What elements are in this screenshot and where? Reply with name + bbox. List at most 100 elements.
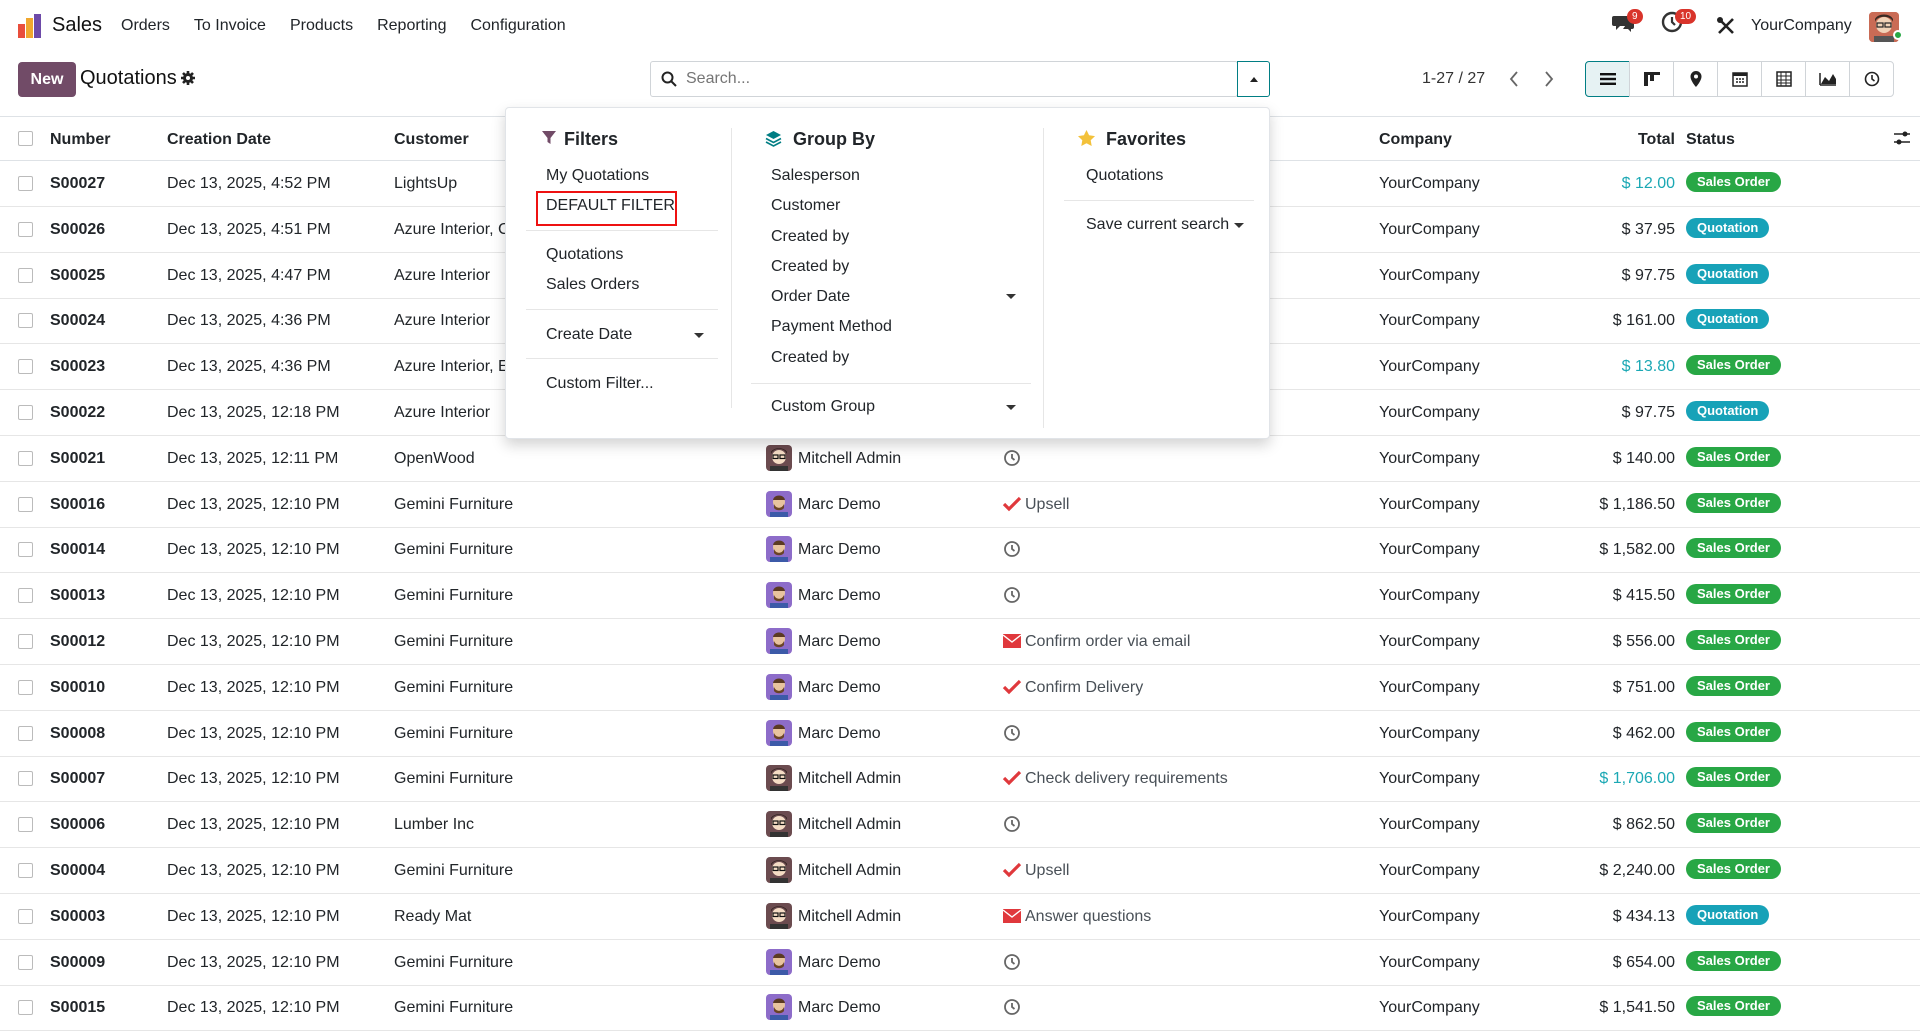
kanban-view-button[interactable] (1629, 61, 1674, 97)
groupby-created-by-2[interactable]: Created by (771, 258, 849, 276)
cell-activity[interactable]: Confirm Delivery (1025, 679, 1143, 697)
caret-down-icon[interactable] (1234, 223, 1244, 228)
menu-item-to-invoice[interactable]: To Invoice (194, 17, 266, 35)
column-header-total[interactable]: Total (1620, 131, 1675, 149)
row-checkbox[interactable] (18, 679, 33, 695)
table-row[interactable]: S00007 Dec 13, 2025, 12:10 PM Gemini Furni… (0, 756, 1920, 803)
debug-tools-icon[interactable] (1716, 16, 1736, 36)
row-checkbox[interactable] (18, 405, 33, 420)
row-checkbox[interactable] (18, 908, 33, 924)
envelope-icon[interactable] (1002, 631, 1022, 651)
filter-my-quotations[interactable]: My Quotations (546, 167, 649, 185)
envelope-icon[interactable] (1002, 906, 1022, 926)
graph-view-button[interactable] (1805, 61, 1850, 97)
table-row[interactable]: S00004 Dec 13, 2025, 12:10 PM Gemini Furni… (0, 848, 1920, 894)
gear-icon[interactable] (180, 70, 196, 86)
groupby-created-by[interactable]: Created by (771, 228, 849, 246)
chevron-right-icon[interactable] (1541, 68, 1557, 90)
map-view-button[interactable] (1673, 61, 1718, 97)
check-icon[interactable] (1002, 860, 1022, 880)
messages-button[interactable]: 9 (1611, 9, 1643, 35)
row-checkbox[interactable] (18, 221, 33, 237)
row-checkbox[interactable] (18, 542, 33, 558)
filter-custom-filter[interactable]: Custom Filter... (546, 375, 654, 393)
row-checkbox[interactable] (18, 496, 33, 512)
clock-icon[interactable] (1002, 814, 1022, 834)
activities-button[interactable]: 10 (1661, 9, 1697, 33)
column-header-customer[interactable]: Customer (394, 131, 469, 149)
table-row[interactable]: S00021 Dec 13, 2025, 12:11 PM OpenWood Mitc… (0, 436, 1920, 482)
row-checkbox[interactable] (18, 725, 33, 741)
row-checkbox[interactable] (18, 267, 33, 283)
table-row[interactable]: S00003 Dec 13, 2025, 12:10 PM Ready Mat Mit… (0, 894, 1920, 940)
table-row[interactable]: S00016 Dec 13, 2025, 12:10 PM Gemini Furni… (0, 482, 1920, 528)
pivot-view-button[interactable] (1761, 61, 1806, 97)
row-checkbox[interactable] (18, 771, 33, 787)
table-row[interactable]: S00014 Dec 13, 2025, 12:10 PM Gemini Furni… (0, 527, 1920, 574)
groupby-created-by-3[interactable]: Created by (771, 349, 849, 367)
cell-activity[interactable]: Upsell (1025, 862, 1069, 880)
company-switcher[interactable]: YourCompany (1751, 17, 1852, 35)
menu-item-reporting[interactable]: Reporting (377, 17, 446, 35)
caret-down-icon[interactable] (1006, 405, 1016, 410)
cell-activity[interactable]: Confirm order via email (1025, 633, 1190, 651)
clock-icon[interactable] (1002, 723, 1022, 743)
groupby-customer[interactable]: Customer (771, 197, 840, 215)
search-input[interactable] (686, 68, 1186, 90)
clock-icon[interactable] (1002, 585, 1022, 605)
row-checkbox[interactable] (18, 313, 33, 329)
activity-view-button[interactable] (1849, 61, 1894, 97)
favorite-quotations[interactable]: Quotations (1086, 167, 1163, 185)
row-checkbox[interactable] (18, 1000, 33, 1016)
column-header-status[interactable]: Status (1686, 131, 1735, 149)
groupby-payment-method[interactable]: Payment Method (771, 318, 892, 336)
filter-sales-orders[interactable]: Sales Orders (546, 276, 639, 294)
table-row[interactable]: S00012 Dec 13, 2025, 12:10 PM Gemini Furni… (0, 619, 1920, 665)
row-checkbox[interactable] (18, 817, 33, 833)
pager-value[interactable]: 1-27 / 27 (1422, 70, 1485, 88)
optional-columns-toggle-icon[interactable] (1893, 129, 1911, 147)
row-checkbox[interactable] (18, 450, 33, 466)
search-options-toggle[interactable] (1237, 61, 1270, 97)
calendar-view-button[interactable] (1717, 61, 1762, 97)
menu-item-configuration[interactable]: Configuration (470, 17, 565, 35)
cell-activity[interactable]: Answer questions (1025, 908, 1151, 926)
check-icon[interactable] (1002, 494, 1022, 514)
column-header-company[interactable]: Company (1379, 131, 1452, 149)
app-name[interactable]: Sales (52, 14, 102, 37)
groupby-custom-group[interactable]: Custom Group (771, 398, 875, 416)
new-button[interactable]: New (18, 62, 76, 97)
clock-icon[interactable] (1002, 448, 1022, 468)
row-checkbox[interactable] (18, 176, 33, 191)
filter-quotations[interactable]: Quotations (546, 246, 623, 264)
table-row[interactable]: S00010 Dec 13, 2025, 12:10 PM Gemini Furni… (0, 665, 1920, 711)
table-row[interactable]: S00006 Dec 13, 2025, 12:10 PM Lumber Inc Mi… (0, 802, 1920, 849)
row-checkbox[interactable] (18, 588, 33, 604)
table-row[interactable]: S00013 Dec 13, 2025, 12:10 PM Gemini Furni… (0, 573, 1920, 620)
table-row[interactable]: S00015 Dec 13, 2025, 12:10 PM Gemini Furni… (0, 985, 1920, 1031)
clock-icon[interactable] (1002, 539, 1022, 559)
groupby-order-date[interactable]: Order Date (771, 288, 850, 306)
cell-activity[interactable]: Upsell (1025, 496, 1069, 514)
chevron-left-icon[interactable] (1506, 68, 1522, 90)
list-view-button[interactable] (1585, 61, 1630, 97)
table-row[interactable]: S00008 Dec 13, 2025, 12:10 PM Gemini Furni… (0, 711, 1920, 757)
caret-down-icon[interactable] (1006, 294, 1016, 299)
cell-activity[interactable]: Check delivery requirements (1025, 770, 1228, 788)
row-checkbox[interactable] (18, 954, 33, 970)
menu-item-orders[interactable]: Orders (121, 17, 170, 35)
clock-icon[interactable] (1002, 997, 1022, 1017)
caret-down-icon[interactable] (694, 333, 704, 338)
sales-app-icon[interactable] (16, 12, 44, 40)
row-checkbox[interactable] (18, 863, 33, 878)
groupby-salesperson[interactable]: Salesperson (771, 167, 860, 185)
select-all-checkbox[interactable] (18, 131, 33, 146)
check-icon[interactable] (1002, 768, 1022, 788)
row-checkbox[interactable] (18, 359, 33, 375)
row-checkbox[interactable] (18, 634, 33, 649)
column-header-number[interactable]: Number (50, 131, 110, 149)
filter-create-date[interactable]: Create Date (546, 326, 632, 344)
column-header-creation-date[interactable]: Creation Date (167, 131, 271, 149)
save-current-search[interactable]: Save current search (1086, 216, 1229, 234)
table-row[interactable]: S00009 Dec 13, 2025, 12:10 PM Gemini Furni… (0, 940, 1920, 986)
